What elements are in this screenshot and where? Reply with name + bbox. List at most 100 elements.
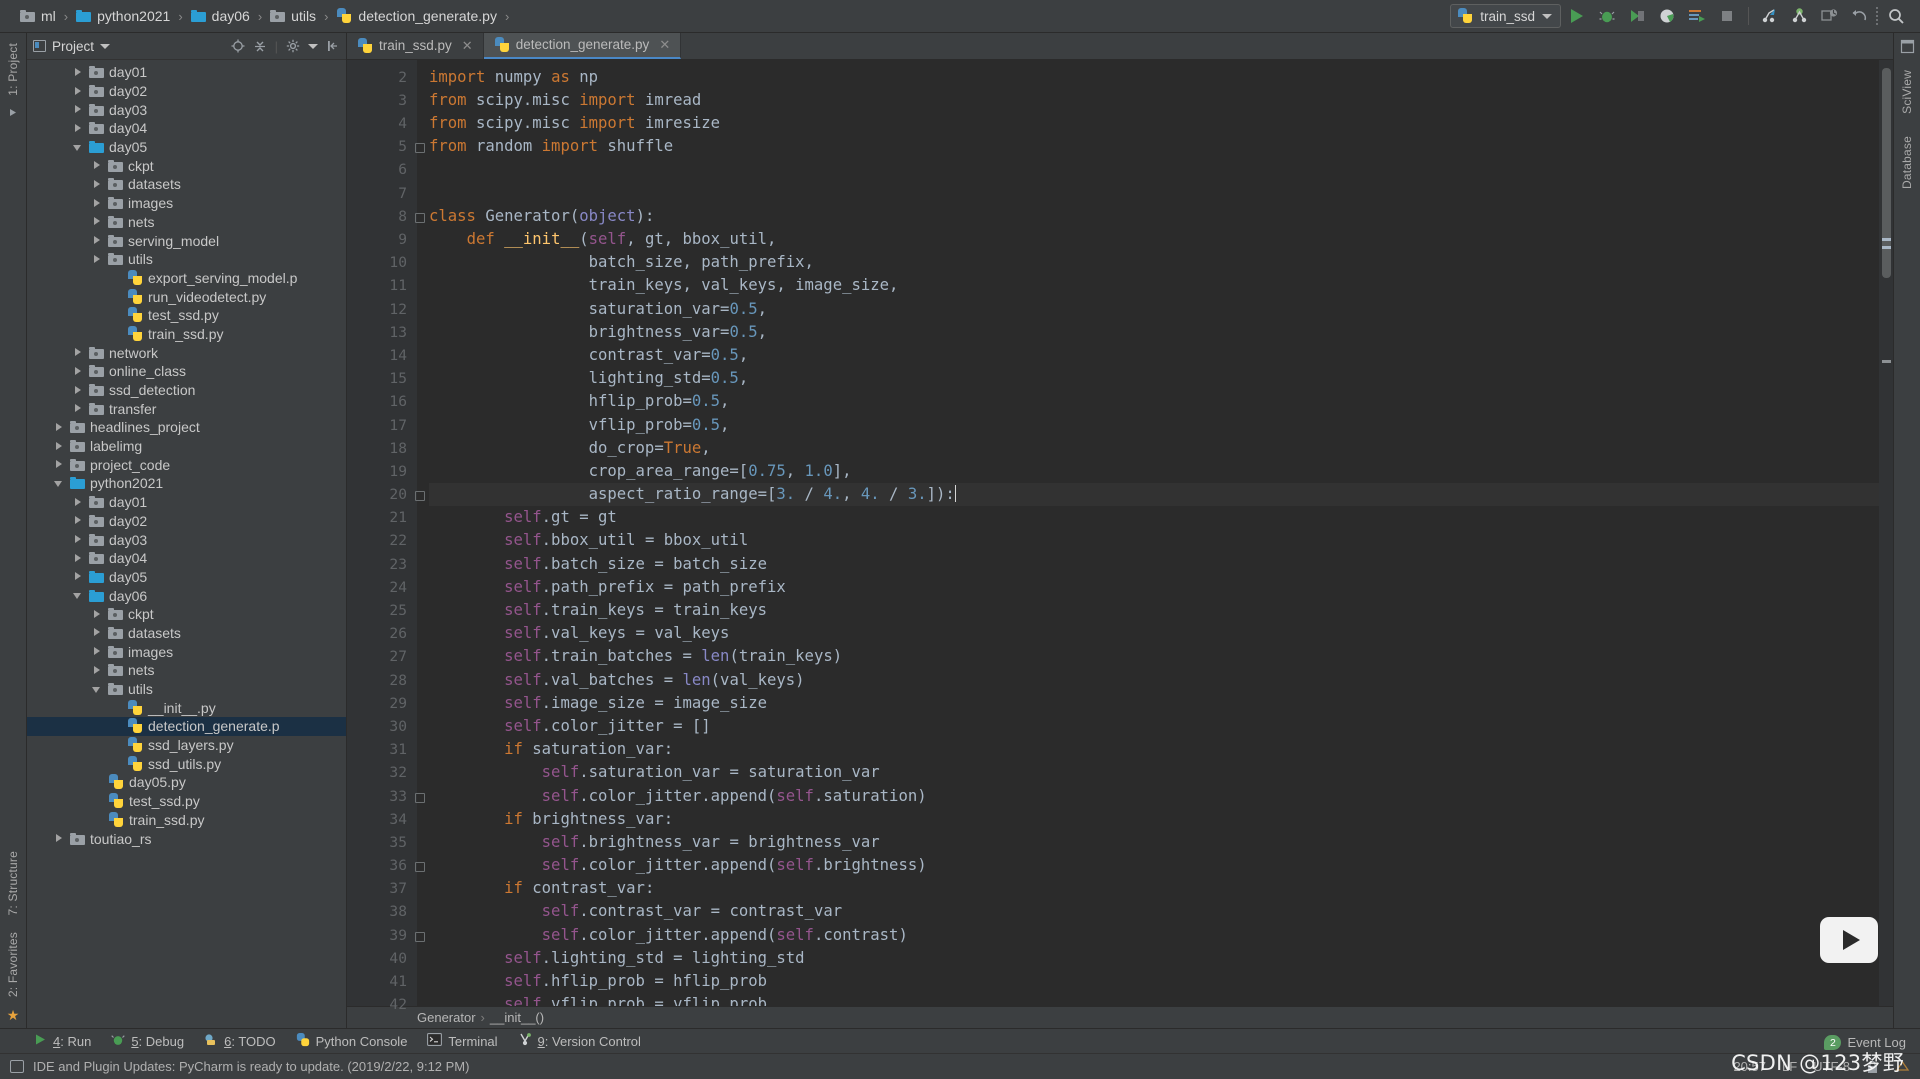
tree-item-network[interactable]: network [27,343,346,362]
bottom-tool-version-control[interactable]: 9: Version Control [518,1033,641,1049]
tree-item-ssd-utils-py[interactable]: ssd_utils.py [27,754,346,773]
line-number[interactable]: 7 [347,182,417,205]
tree-item-test-ssd-py[interactable]: test_ssd.py [27,792,346,811]
undo-button[interactable] [1846,3,1874,29]
chevron-down-icon[interactable] [308,43,318,49]
breadcrumb-item-python2021[interactable]: python2021 [70,6,176,26]
tree-item-day04[interactable]: day04 [27,119,346,138]
tool-button-database[interactable]: Database [1900,130,1914,195]
line-number[interactable]: 15 [347,367,417,390]
tool-button-project[interactable]: 1: Project [6,37,20,102]
line-number[interactable]: 21 [347,506,417,529]
tree-item-day01[interactable]: day01 [27,63,346,82]
line-number[interactable]: 14 [347,344,417,367]
tree-item-day02[interactable]: day02 [27,82,346,101]
line-number[interactable]: 37 [347,877,417,900]
chevron-right-icon[interactable] [92,235,103,246]
line-number[interactable]: 32 [347,761,417,784]
line-number[interactable]: 36 [347,854,425,877]
chevron-right-icon[interactable] [73,385,84,396]
chevron-right-icon[interactable] [73,67,84,78]
close-icon[interactable]: ✕ [462,38,473,54]
chevron-right-icon[interactable] [73,403,84,414]
run-configuration-selector[interactable]: train_ssd [1450,4,1561,28]
tree-item-day06[interactable]: day06 [27,586,346,605]
project-tree[interactable]: day01 day02 day03 day04 day05 ckpt datasets ima… [27,60,346,1028]
line-number[interactable]: 29 [347,692,417,715]
tree-item-day03[interactable]: day03 [27,530,346,549]
line-number[interactable]: 34 [347,808,417,831]
line-number[interactable]: 22 [347,529,417,552]
bottom-tool-debug[interactable]: 5: Debug [111,1033,184,1049]
chevron-right-icon[interactable] [73,497,84,508]
line-number[interactable]: 9 [347,228,417,251]
code-breadcrumb-item[interactable]: __init__() [490,1010,544,1025]
tree-item-detection-generate-p[interactable]: detection_generate.p [27,717,346,736]
hide-panel-icon[interactable] [326,39,340,53]
chevron-down-icon[interactable] [100,43,111,49]
line-number[interactable]: 23 [347,553,417,576]
video-play-badge[interactable] [1820,917,1878,963]
chevron-right-icon[interactable] [92,254,103,265]
chevron-right-icon[interactable] [92,609,103,620]
line-number[interactable]: 31 [347,738,417,761]
chevron-right-icon[interactable] [73,571,84,582]
chevron-right-icon[interactable] [54,459,65,470]
error-marker[interactable] [1882,237,1891,241]
line-number[interactable]: 42 [347,993,417,1016]
line-number[interactable]: 20 [347,483,425,506]
chevron-right-icon[interactable] [73,366,84,377]
editor-tab-detection-generate-py[interactable]: detection_generate.py ✕ [483,33,682,59]
maximize-icon[interactable] [1900,39,1915,54]
chevron-right-icon[interactable] [54,833,65,844]
line-number[interactable]: 19 [347,460,417,483]
bottom-tool-run[interactable]: 4: Run [34,1033,91,1049]
build-button[interactable] [1683,3,1711,29]
tree-item-serving-model[interactable]: serving_model [27,231,346,250]
chevron-right-icon[interactable] [92,665,103,676]
chevron-right-icon[interactable] [92,160,103,171]
tree-item-online-class[interactable]: online_class [27,362,346,381]
chevron-right-icon[interactable] [54,441,65,452]
line-number[interactable]: 35 [347,831,417,854]
breadcrumb-item-day06[interactable]: day06 [185,6,256,26]
profile-button[interactable] [1653,3,1681,29]
line-number[interactable]: 4 [347,112,417,135]
tree-item-datasets[interactable]: datasets [27,624,346,643]
chevron-down-icon[interactable] [92,684,103,695]
tree-item-utils[interactable]: utils [27,680,346,699]
tree-item-day04[interactable]: day04 [27,549,346,568]
breadcrumb-item-ml[interactable]: ml [14,6,62,26]
line-number[interactable]: 6 [347,158,417,181]
chevron-right-icon[interactable] [92,627,103,638]
chevron-right-icon[interactable] [73,534,84,545]
chevron-right-icon[interactable] [92,216,103,227]
code-content[interactable]: import numpy as np from scipy.misc import… [417,60,1879,1006]
vcs-update-button[interactable] [1756,3,1784,29]
close-icon[interactable]: ✕ [659,37,670,53]
line-number[interactable]: 38 [347,900,417,923]
chevron-down-icon[interactable] [73,142,84,153]
caret-position[interactable]: 20:57 [1733,1059,1766,1074]
line-number[interactable]: 16 [347,390,417,413]
event-log-indicator[interactable]: 2 Event Log [1824,1035,1906,1050]
breadcrumb-item-detection-generate-py[interactable]: detection_generate.py [330,6,503,26]
line-number[interactable]: 26 [347,622,417,645]
chevron-right-icon[interactable] [54,422,65,433]
chevron-right-icon[interactable] [73,515,84,526]
tree-item-ckpt[interactable]: ckpt [27,605,346,624]
tree-item-python2021[interactable]: python2021 [27,474,346,493]
line-number[interactable]: 39 [347,924,425,947]
tree-item-toutiao-rs[interactable]: toutiao_rs [27,829,346,848]
chevron-right-icon[interactable] [73,86,84,97]
tree-item-day05[interactable]: day05 [27,138,346,157]
tree-item-project-code[interactable]: project_code [27,455,346,474]
line-number[interactable]: 18 [347,437,417,460]
gear-icon[interactable] [286,39,300,53]
tree-item-train-ssd-py[interactable]: train_ssd.py [27,325,346,344]
tree-item-images[interactable]: images [27,194,346,213]
line-number[interactable]: 5 [347,135,425,158]
line-separator[interactable]: LF [1782,1059,1797,1074]
tree-item-transfer[interactable]: transfer [27,399,346,418]
line-number[interactable]: 17 [347,414,417,437]
